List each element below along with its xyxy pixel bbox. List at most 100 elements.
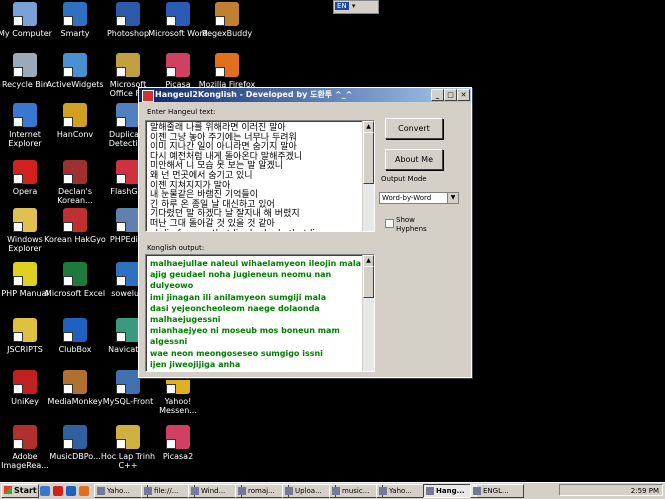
taskbar: Start Yaho... file://... Wind... romaj... Up…: [0, 482, 665, 499]
app-shortcut-icon[interactable]: [63, 370, 87, 394]
app-shortcut-icon[interactable]: [63, 208, 87, 232]
task-label: romaj...: [248, 487, 275, 495]
task-label: ENGL...: [483, 487, 509, 495]
app-shortcut-icon[interactable]: [13, 160, 37, 184]
language-bar[interactable]: EN ▾: [333, 0, 379, 14]
clock[interactable]: 2:59 PM: [631, 487, 659, 495]
app-shortcut-icon[interactable]: [116, 53, 140, 77]
output-mode-label: Output Mode: [381, 175, 427, 183]
desktop-icon-label: Yahoo! Messen...: [159, 397, 197, 415]
taskbar-button[interactable]: file://...: [141, 484, 195, 498]
app-shortcut-icon[interactable]: [116, 2, 140, 26]
app-window: Hangeul2Konglish - Developed by 도환투 ^_^ …: [138, 87, 472, 378]
task-app-icon: [379, 487, 387, 495]
task-app-icon: [332, 487, 340, 495]
app-shortcut-icon[interactable]: [13, 2, 37, 26]
app-shortcut-icon[interactable]: [116, 425, 140, 449]
app-shortcut-icon[interactable]: [13, 103, 37, 127]
input-scrollbar[interactable]: ▲: [362, 121, 374, 231]
ie-quicklaunch-icon[interactable]: [40, 486, 50, 496]
app-shortcut-icon[interactable]: [63, 160, 87, 184]
konglish-output[interactable]: malhaejullae naleul wihaelamyeon ileojin…: [145, 254, 375, 372]
task-label: Hang...: [436, 487, 465, 495]
show-hyphens-checkbox[interactable]: [385, 219, 394, 228]
task-app-icon: [473, 487, 481, 495]
app-shortcut-icon[interactable]: [13, 53, 37, 77]
app-shortcut-icon[interactable]: [116, 160, 140, 184]
task-app-icon: [144, 487, 152, 495]
task-label: music...: [342, 487, 370, 495]
desktop-icon[interactable]: Mozilla Firefox: [196, 53, 258, 89]
taskbar-button[interactable]: Wind...: [188, 484, 242, 498]
app-shortcut-icon[interactable]: [116, 370, 140, 394]
task-app-icon: [191, 487, 199, 495]
taskbar-button[interactable]: ENGL...: [470, 484, 524, 498]
desktop-icon[interactable]: RegexBuddy: [196, 2, 258, 38]
close-button[interactable]: ✕: [457, 89, 470, 101]
app-shortcut-icon[interactable]: [166, 425, 190, 449]
app-icon: [142, 90, 154, 102]
task-label: Yaho...: [389, 487, 412, 495]
opera-quicklaunch-icon[interactable]: [53, 486, 63, 496]
language-code[interactable]: EN: [335, 2, 349, 10]
output-label: Konglish output:: [147, 244, 205, 252]
language-menu-icon[interactable]: ▾: [352, 2, 356, 10]
output-mode-select[interactable]: Word-by-Word ▼: [379, 192, 459, 204]
taskbar-button[interactable]: music...: [329, 484, 383, 498]
desktop-icon-label: RegexBuddy: [201, 29, 253, 38]
window-title: Hangeul2Konglish - Developed by 도환투 ^_^: [155, 90, 353, 99]
app-shortcut-icon[interactable]: [63, 2, 87, 26]
app-shortcut-icon[interactable]: [166, 2, 190, 26]
app-shortcut-icon[interactable]: [13, 208, 37, 232]
app-shortcut-icon[interactable]: [116, 103, 140, 127]
chevron-down-icon[interactable]: ▼: [447, 193, 458, 203]
app-shortcut-icon[interactable]: [166, 53, 190, 77]
title-bar[interactable]: Hangeul2Konglish - Developed by 도환투 ^_^ …: [139, 88, 471, 102]
desktop-icon-label: Picasa2: [162, 452, 194, 461]
app-shortcut-icon[interactable]: [63, 425, 87, 449]
task-label: file://...: [154, 487, 179, 495]
task-label: Uploa...: [295, 487, 322, 495]
output-scrollbar[interactable]: ▲: [362, 255, 374, 371]
maximize-button[interactable]: □: [444, 89, 457, 101]
hangeul-input[interactable]: 말해줄래 나를 위해라면 이러진 말아 이젠 그냥 놓아 주기에는 너무나 두려…: [145, 120, 375, 232]
about-button[interactable]: About Me: [385, 149, 443, 170]
konglish-output-text[interactable]: malhaejullae naleul wihaelamyeon ileojin…: [146, 255, 374, 371]
app-shortcut-icon[interactable]: [116, 318, 140, 342]
app-shortcut-icon[interactable]: [13, 370, 37, 394]
scroll-thumb[interactable]: [363, 266, 374, 298]
taskbar-button[interactable]: Uploa...: [282, 484, 336, 498]
windows-logo-icon: [4, 486, 12, 494]
taskbar-button[interactable]: Yaho...: [94, 484, 148, 498]
show-hyphens-label: Show Hyphens: [396, 216, 427, 233]
task-app-icon: [426, 487, 434, 495]
app-shortcut-icon[interactable]: [215, 53, 239, 77]
desktop-icon[interactable]: Picasa2: [147, 425, 209, 461]
hangeul-input-text[interactable]: 말해줄래 나를 위해라면 이러진 말아 이젠 그냥 놓아 주기에는 너무나 두려…: [146, 121, 374, 231]
scroll-thumb[interactable]: [363, 132, 374, 184]
quicklaunch-icon[interactable]: [66, 486, 76, 496]
app-shortcut-icon[interactable]: [116, 262, 140, 286]
firefox-quicklaunch-icon[interactable]: [79, 486, 89, 496]
app-shortcut-icon[interactable]: [63, 262, 87, 286]
task-app-icon: [97, 487, 105, 495]
convert-button[interactable]: Convert: [385, 118, 443, 139]
taskbar-button[interactable]: Hang...: [423, 484, 477, 498]
task-app-icon: [285, 487, 293, 495]
app-shortcut-icon[interactable]: [215, 2, 239, 26]
app-shortcut-icon[interactable]: [63, 103, 87, 127]
app-shortcut-icon[interactable]: [63, 53, 87, 77]
task-app-icon: [238, 487, 246, 495]
taskbar-button[interactable]: romaj...: [235, 484, 289, 498]
start-label: Start: [14, 486, 37, 495]
minimize-button[interactable]: _: [431, 89, 444, 101]
taskbar-button[interactable]: Yaho...: [376, 484, 430, 498]
task-label: Wind...: [201, 487, 226, 495]
app-shortcut-icon[interactable]: [116, 208, 140, 232]
app-shortcut-icon[interactable]: [13, 318, 37, 342]
app-shortcut-icon[interactable]: [13, 262, 37, 286]
app-shortcut-icon[interactable]: [63, 318, 87, 342]
start-button[interactable]: Start: [1, 484, 39, 498]
output-mode-value: Word-by-Word: [382, 194, 432, 202]
app-shortcut-icon[interactable]: [13, 425, 37, 449]
